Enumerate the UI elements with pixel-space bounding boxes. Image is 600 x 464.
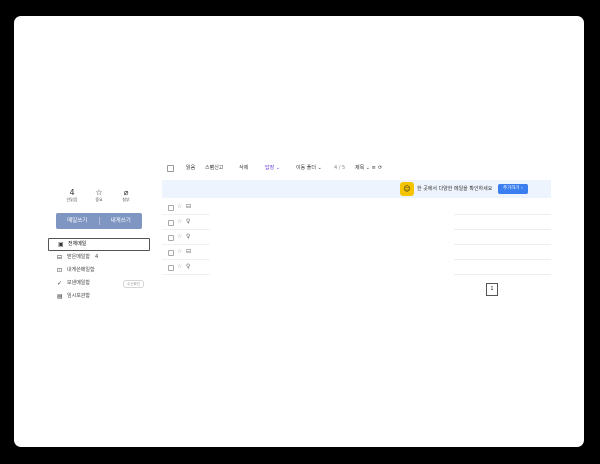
refresh-icon[interactable]: ⟳ — [378, 162, 382, 174]
mail-row[interactable]: ☆ ⊟ — [162, 200, 551, 215]
promo-text: 한 곳에서 다양한 메일을 확인하세요 — [417, 186, 493, 192]
mail-type-icon: ⊟ — [186, 203, 192, 210]
folder-label: 내게쓴메일함 — [67, 267, 95, 273]
read-receipt-badge[interactable]: 수신확인 — [123, 280, 144, 288]
promo-banner: ☺ 한 곳에서 다양한 메일을 확인하세요 추가하기 › — [162, 180, 551, 198]
attachment-filter-button[interactable]: ⌀ 첨부 — [114, 188, 138, 203]
attachment-filter-label: 첨부 — [122, 197, 130, 202]
mail-type-icon: ⊟ — [186, 248, 192, 255]
mail-row[interactable]: ☆ ♀ — [162, 230, 551, 245]
mail-app-window: 4 안읽음 ☆ 중요 ⌀ 첨부 메일쓰기 내게쓰기 ▣ 전체메일 ⊟ 받은메일함… — [14, 16, 584, 447]
mark-read-button[interactable]: 읽음 — [186, 162, 195, 174]
folder-sent[interactable]: ✓ 보낸메일함 수신확인 — [48, 277, 150, 290]
all-mail-icon: ▣ — [58, 241, 64, 248]
mail-toolbar: 읽음 스팸신고 삭제 답장 ⌄ 이동 폴더 ⌄ 4 / 5 제목 ⌄ ≡ ⟳ — [166, 162, 556, 174]
star-outline-icon[interactable]: ☆ — [177, 262, 182, 272]
pagination-page-button[interactable]: 1 — [486, 283, 498, 296]
row-checkbox[interactable] — [168, 235, 174, 241]
unread-filter-label: 안읽음 — [66, 197, 78, 202]
unread-count-icon: 4 — [69, 188, 75, 197]
promo-add-button[interactable]: 추가하기 › — [498, 184, 528, 194]
row-checkbox[interactable] — [168, 205, 174, 211]
star-outline-icon[interactable]: ☆ — [177, 232, 182, 242]
folder-drafts[interactable]: ▤ 임시보관함 — [48, 290, 150, 303]
unread-filter-button[interactable]: 4 안읽음 — [60, 188, 84, 203]
reply-dropdown[interactable]: 답장 ⌄ — [265, 162, 280, 174]
write-to-self-button[interactable]: 내게쓰기 — [100, 213, 143, 229]
drafts-icon: ▤ — [57, 293, 63, 300]
folder-label: 보낸메일함 — [67, 280, 91, 286]
folder-label: 받은메일함 — [67, 254, 91, 260]
delete-button[interactable]: 삭제 — [239, 162, 248, 174]
mail-row[interactable]: ☆ ♀ — [162, 215, 551, 230]
inbox-icon: ⊟ — [57, 254, 63, 261]
star-outline-icon: ☆ — [95, 188, 103, 197]
folder-to-self[interactable]: ⊡ 내게쓴메일함 — [48, 264, 150, 277]
important-filter-label: 중요 — [95, 197, 103, 202]
select-all-checkbox[interactable] — [167, 165, 174, 172]
folder-all-mail[interactable]: ▣ 전체메일 — [48, 238, 150, 251]
folder-list: ▣ 전체메일 ⊟ 받은메일함 4 ⊡ 내게쓴메일함 ✓ 보낸메일함 수신확인 ▤… — [48, 238, 150, 303]
star-outline-icon[interactable]: ☆ — [177, 247, 182, 257]
mail-count: 4 / 5 — [334, 165, 346, 171]
write-mail-button[interactable]: 메일쓰기 — [56, 213, 99, 229]
mail-row[interactable]: ☆ ⊟ — [162, 245, 551, 260]
smiley-icon: ☺ — [400, 182, 414, 196]
important-filter-button[interactable]: ☆ 중요 — [87, 188, 111, 203]
star-outline-icon[interactable]: ☆ — [177, 202, 182, 212]
send-icon: ✓ — [57, 280, 63, 287]
row-checkbox[interactable] — [168, 220, 174, 226]
move-folder-dropdown[interactable]: 이동 폴더 ⌄ — [296, 162, 322, 174]
mail-type-icon: ♀ — [186, 233, 191, 240]
mail-type-icon: ♀ — [186, 218, 191, 225]
folder-inbox[interactable]: ⊟ 받은메일함 4 — [48, 251, 150, 264]
star-outline-icon[interactable]: ☆ — [177, 217, 182, 227]
report-spam-button[interactable]: 스팸신고 — [205, 162, 223, 174]
mail-list: ☆ ⊟ ☆ ♀ ☆ ♀ ☆ ⊟ ☆ ♀ — [162, 200, 551, 275]
sort-view-dropdown[interactable]: 제목 ⌄ ≡ — [355, 162, 376, 174]
mail-row[interactable]: ☆ ♀ — [162, 260, 551, 275]
quick-actions: 4 안읽음 ☆ 중요 ⌀ 첨부 — [60, 188, 144, 208]
mail-type-icon: ♀ — [186, 263, 191, 270]
compose-button-group: 메일쓰기 내게쓰기 — [56, 213, 142, 229]
to-self-icon: ⊡ — [57, 267, 63, 274]
row-checkbox[interactable] — [168, 250, 174, 256]
inbox-unread-count: 4 — [95, 254, 99, 260]
paperclip-icon: ⌀ — [123, 188, 129, 197]
row-checkbox[interactable] — [168, 265, 174, 271]
folder-label: 임시보관함 — [67, 293, 91, 299]
folder-label: 전체메일 — [68, 241, 87, 247]
